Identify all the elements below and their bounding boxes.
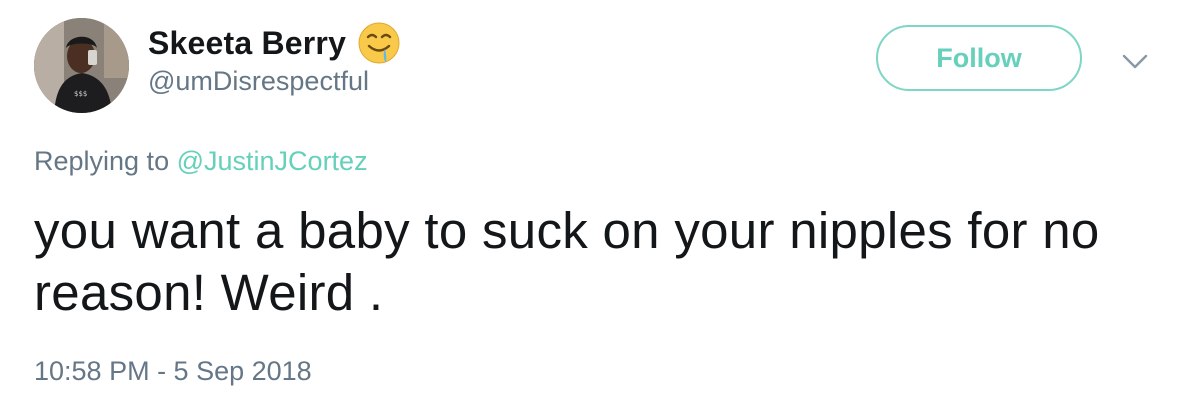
avatar-image: $$$ [34,18,129,113]
drooling-face-emoji-icon [358,22,400,64]
tweet-timestamp[interactable]: 10:58 PM - 5 Sep 2018 [34,356,312,387]
replying-to-label: Replying to [34,146,170,176]
avatar[interactable]: $$$ [34,18,129,113]
replying-to-line: Replying to @JustinJCortez [34,146,368,177]
follow-button-label: Follow [936,42,1022,73]
chevron-down-icon[interactable] [1120,50,1150,74]
author-handle[interactable]: @umDisrespectful [148,66,369,97]
tweet-text: you want a baby to suck on your nipples … [34,202,1100,321]
author-name-row: Skeeta Berry [148,18,402,68]
follow-button[interactable]: Follow [876,25,1082,91]
reply-target-link[interactable]: @JustinJCortez [177,146,368,176]
display-name[interactable]: Skeeta Berry [148,25,346,62]
svg-text:$$$: $$$ [74,90,87,98]
tweet-card: $$$ Skeeta Berry @umDisrespectful Follow… [0,0,1192,416]
